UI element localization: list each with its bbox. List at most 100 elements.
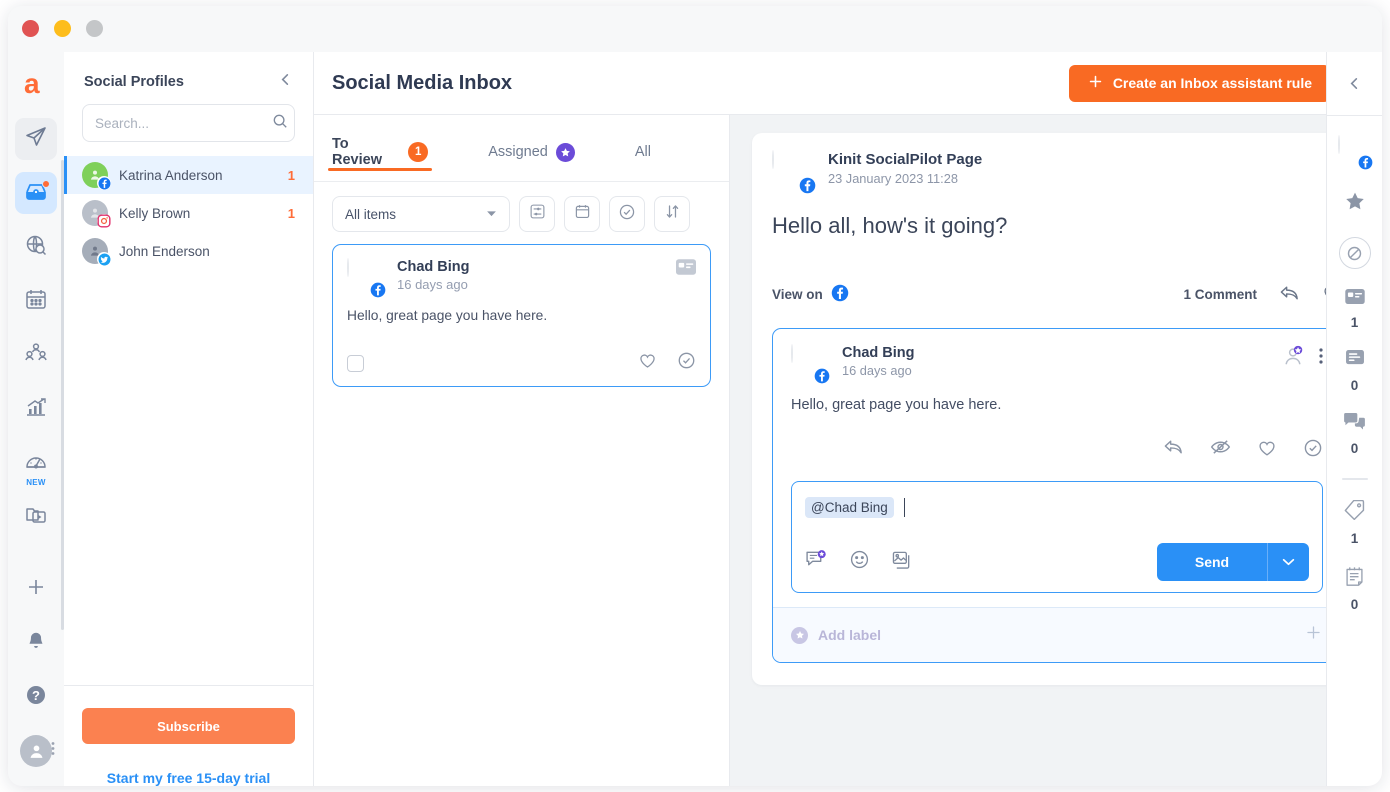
heart-icon[interactable]: [638, 351, 657, 375]
tab-to-review[interactable]: To Review 1: [332, 115, 428, 171]
facebook-badge-icon: [1358, 154, 1374, 170]
comment-meta: Chad Bing 16 days ago: [842, 345, 915, 378]
account-kebab-icon[interactable]: [51, 742, 55, 761]
tab-label: To Review: [332, 136, 400, 168]
free-trial-link[interactable]: Start my free 15-day trial: [82, 770, 295, 786]
assign-user-icon[interactable]: [1282, 345, 1304, 372]
sidebar-item-social-inbox[interactable]: [15, 172, 57, 214]
check-circle-icon[interactable]: [1303, 438, 1323, 463]
sidebar-item-content-discovery[interactable]: [15, 226, 57, 268]
help-button[interactable]: ?: [15, 676, 57, 718]
window-titlebar: [8, 6, 1382, 52]
tab-assigned[interactable]: Assigned: [488, 115, 575, 171]
block-button[interactable]: [1339, 237, 1371, 269]
chevron-left-icon[interactable]: [278, 72, 293, 92]
profile-item-kelly-brown[interactable]: Kelly Brown 1: [64, 194, 313, 232]
app-icon-rail: a: [8, 52, 64, 786]
reply-arrow-icon[interactable]: [1279, 284, 1300, 305]
avatar: [1338, 136, 1372, 170]
send-button[interactable]: Send: [1157, 543, 1267, 581]
star-badge-icon: [556, 143, 575, 162]
message-text: Hello, great page you have here.: [347, 308, 696, 323]
avatar: [82, 162, 108, 188]
minimize-window-button[interactable]: [54, 20, 71, 37]
message-time: 16 days ago: [397, 277, 470, 292]
sidebar-item-analytics[interactable]: [15, 388, 57, 430]
profile-name: Kelly Brown: [119, 206, 277, 221]
kebab-menu-icon[interactable]: [1319, 348, 1323, 369]
note-lines-icon: [1346, 350, 1364, 372]
send-options-caret[interactable]: [1267, 543, 1309, 581]
sidebar-item-calendar[interactable]: [15, 280, 57, 322]
comment-author: Chad Bing: [842, 345, 915, 361]
emoji-smile-icon[interactable]: [849, 549, 870, 575]
maximize-window-button[interactable]: [86, 20, 103, 37]
plus-icon[interactable]: [1304, 622, 1323, 648]
inbox-filter-bar: All items: [314, 182, 729, 244]
list-item[interactable]: Chad Bing 16 days ago Hello, great page …: [332, 244, 711, 387]
view-on-facebook-link[interactable]: View on: [772, 284, 849, 305]
socialpilot-logo[interactable]: a: [15, 62, 57, 104]
post-meta-row: View on 1 Comment: [772, 283, 1342, 306]
chevron-left-icon[interactable]: [1347, 52, 1362, 115]
account-button[interactable]: [15, 730, 57, 772]
message-checkbox[interactable]: [347, 355, 364, 372]
profile-unread-count: 1: [288, 206, 295, 221]
notes-counter[interactable]: 0: [1346, 350, 1364, 393]
favorite-button[interactable]: [1344, 190, 1366, 217]
sidebar-item-media-library[interactable]: [15, 496, 57, 538]
calendar-icon: [574, 203, 591, 225]
conversations-counter[interactable]: 0: [1344, 413, 1365, 456]
profile-item-katrina-anderson[interactable]: Katrina Anderson 1: [64, 156, 313, 194]
reply-input-line[interactable]: @Chad Bing: [805, 495, 1309, 519]
sidebar-item-publish[interactable]: [15, 118, 57, 160]
post-timestamp: 23 January 2023 11:28: [828, 171, 982, 186]
close-window-button[interactable]: [22, 20, 39, 37]
message-meta: Chad Bing 16 days ago: [397, 259, 470, 292]
sidebar-item-team[interactable]: [15, 334, 57, 376]
bell-icon: [25, 630, 47, 657]
sort-button[interactable]: [654, 196, 690, 232]
facebook-icon: [831, 284, 849, 305]
facebook-badge-icon: [369, 281, 386, 298]
chat-bubbles-icon: [1344, 413, 1365, 435]
date-range-button[interactable]: [564, 196, 600, 232]
tags-counter[interactable]: 1: [1344, 500, 1365, 546]
contact-avatar[interactable]: [1338, 136, 1372, 170]
facebook-badge-icon: [97, 176, 111, 190]
sidebar-item-performance[interactable]: NEW: [15, 442, 57, 484]
inbox-unread-dot: [42, 180, 50, 188]
reply-toolbar: Send: [805, 543, 1309, 581]
check-circle-icon[interactable]: [677, 351, 696, 375]
tag-icon: [1344, 500, 1365, 525]
divider: [1327, 115, 1382, 116]
reply-composer[interactable]: @Chad Bing: [791, 481, 1323, 593]
reply-arrow-icon[interactable]: [1163, 438, 1184, 463]
filter-settings-button[interactable]: [519, 196, 555, 232]
mark-done-button[interactable]: [609, 196, 645, 232]
notifications-button[interactable]: [15, 622, 57, 664]
contact-info-rail: 1 0 0 1 0: [1326, 52, 1382, 786]
create-inbox-assistant-rule-button[interactable]: Create an Inbox assistant rule: [1069, 65, 1330, 102]
tab-all[interactable]: All: [635, 115, 651, 171]
add-button[interactable]: [15, 568, 57, 610]
eye-slash-icon[interactable]: [1210, 438, 1231, 463]
post-header: Kinit SocialPilot Page 23 January 2023 1…: [772, 151, 1342, 193]
add-label-bar[interactable]: Add label: [773, 607, 1341, 662]
search-box[interactable]: [82, 104, 295, 142]
all-items-dropdown[interactable]: All items: [332, 196, 510, 232]
saved-reply-icon[interactable]: [805, 550, 827, 575]
posts-counter[interactable]: 1: [1345, 289, 1365, 330]
main-header: Social Media Inbox Create an Inbox assis…: [314, 52, 1382, 115]
heart-icon[interactable]: [1257, 438, 1277, 463]
comment-actions: [791, 438, 1323, 463]
people-icon: [24, 341, 48, 370]
subscribe-button[interactable]: Subscribe: [82, 708, 295, 744]
profile-item-john-enderson[interactable]: John Enderson: [64, 232, 313, 270]
avatar-circle: [1338, 135, 1340, 154]
instagram-badge-icon: [97, 214, 111, 228]
avatar: [82, 238, 108, 264]
internal-notes-counter[interactable]: 0: [1345, 566, 1364, 612]
image-stack-icon[interactable]: [892, 550, 913, 575]
search-input[interactable]: [95, 116, 272, 131]
